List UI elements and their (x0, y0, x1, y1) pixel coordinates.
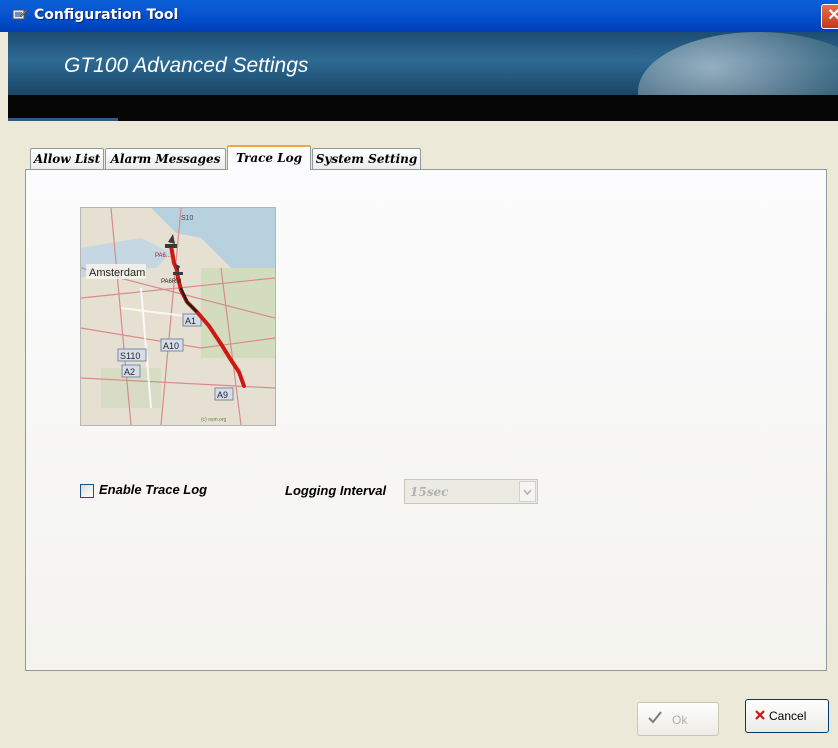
road-label-s10: S10 (181, 215, 194, 222)
tab-system-setting[interactable]: System Setting (312, 148, 421, 169)
close-button[interactable]: ✕ (821, 4, 838, 29)
trace-log-panel: Amsterdam S10 A1 A10 S110 A2 A9 PA6.... (25, 169, 827, 671)
header-strip (8, 95, 838, 121)
ok-button[interactable]: Ok (637, 702, 719, 736)
window-title: Configuration Tool (34, 7, 179, 23)
chevron-down-icon[interactable] (519, 481, 536, 502)
road-label-a1: A1 (185, 316, 196, 326)
cancel-label: Cancel (769, 709, 807, 723)
road-label-a2: A2 (124, 367, 135, 377)
checkmark-icon (647, 709, 663, 730)
logging-interval-select[interactable]: 15sec (404, 479, 538, 504)
tab-alarm-messages[interactable]: Alarm Messages (105, 148, 226, 169)
close-icon: ✕ (827, 7, 838, 24)
close-icon (754, 708, 766, 724)
tab-allow-list[interactable]: Allow List (30, 148, 104, 169)
road-label-s110: S110 (120, 351, 140, 361)
road-label-a10: A10 (163, 341, 179, 351)
cancel-button[interactable]: Cancel (745, 699, 829, 733)
road-label-a9: A9 (217, 390, 228, 400)
map-attribution: (c) osm.org (201, 417, 227, 423)
header-banner: GT100 Advanced Settings (8, 32, 838, 95)
logging-interval-value: 15sec (410, 485, 449, 499)
globe-image (638, 32, 838, 95)
enable-trace-log-label: Enable Trace Log (99, 482, 208, 497)
city-label: Amsterdam (89, 267, 145, 279)
tab-trace-log[interactable]: Trace Log (227, 145, 311, 170)
header-strip-accent (8, 118, 118, 121)
marker-label-2: PA6RM (161, 279, 181, 285)
ok-label: Ok (672, 713, 688, 727)
enable-trace-log-checkbox[interactable] (80, 484, 94, 498)
marker-label-1: PA6.... (155, 253, 173, 259)
route-map[interactable]: Amsterdam S10 A1 A10 S110 A2 A9 PA6.... (80, 207, 276, 426)
app-icon (12, 7, 28, 28)
logging-interval-label: Logging Interval (285, 483, 387, 498)
banner-title: GT100 Advanced Settings (64, 54, 309, 77)
window-title-bar[interactable]: Configuration Tool ✕ (0, 0, 838, 32)
